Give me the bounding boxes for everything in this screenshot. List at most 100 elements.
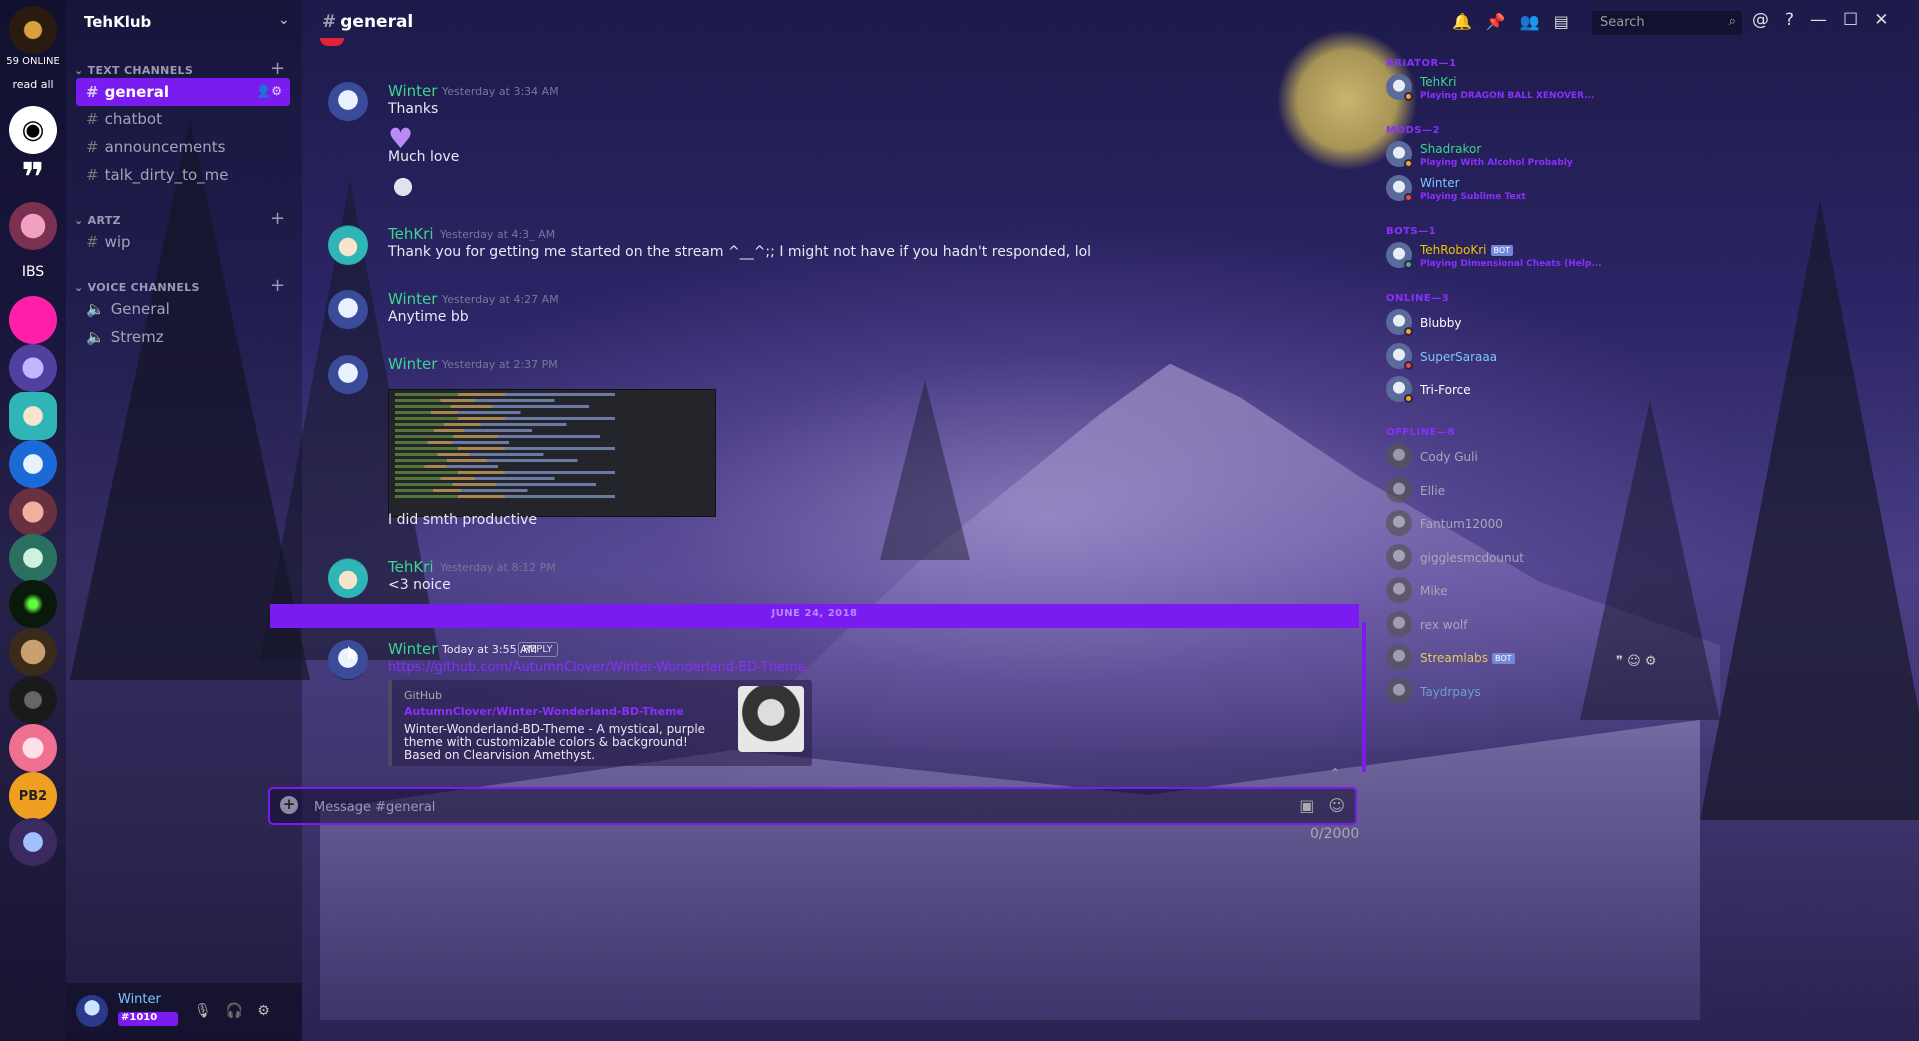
blue-hair-server-icon[interactable]	[9, 440, 57, 488]
channel-chatbot[interactable]: # chatbot	[76, 105, 290, 133]
category-artz[interactable]: ⌄ ARTZ	[74, 214, 121, 227]
member-item[interactable]: Streamlabs BOT	[1386, 644, 1566, 676]
neon-server-icon[interactable]	[9, 580, 57, 628]
last-server-icon[interactable]	[9, 818, 57, 866]
channel-announcements[interactable]: # announcements	[76, 133, 290, 161]
dark-server-icon[interactable]	[9, 676, 57, 724]
gear-icon[interactable]: ⚙	[257, 1003, 284, 1019]
category-text-channels[interactable]: ⌄ TEXT CHANNELS	[74, 64, 193, 77]
member-item[interactable]: SuperSaraaa	[1386, 342, 1566, 375]
embed-thumbnail[interactable]	[738, 686, 804, 752]
member-item[interactable]: Shadrakor Playing With Alcohol Probably	[1386, 141, 1573, 173]
member-item[interactable]: Winter Playing Sublime Text	[1386, 174, 1566, 207]
member-name: TehKri	[1420, 75, 1457, 89]
reply-button[interactable]: REPLY	[518, 642, 558, 657]
chevron-down-icon[interactable]: ⌄	[278, 12, 290, 28]
search-input[interactable]: Search ⌕	[1592, 11, 1742, 35]
badge-server-icon[interactable]	[9, 628, 57, 676]
read-all-button[interactable]: read all	[0, 78, 66, 91]
voice-channel-general[interactable]: 🔈 General	[76, 295, 290, 323]
mention-icon[interactable]: @	[1752, 10, 1769, 30]
message-input[interactable]	[314, 797, 1274, 817]
member-item[interactable]: Fantum12000	[1386, 510, 1566, 542]
add-channel-icon[interactable]: +	[270, 208, 285, 229]
gear-icon[interactable]: ⚙	[1645, 654, 1657, 669]
avatar[interactable]	[1386, 543, 1412, 570]
add-channel-icon[interactable]: +	[270, 58, 285, 79]
gif-icon[interactable]: ▣	[1299, 796, 1314, 815]
avatar[interactable]	[328, 355, 368, 395]
chevron-up-icon[interactable]: ⌃	[1330, 766, 1340, 780]
channel-wip[interactable]: # wip	[76, 228, 290, 256]
avatar[interactable]	[328, 225, 368, 265]
avatar[interactable]	[1386, 677, 1412, 704]
home-server-icon[interactable]	[9, 6, 57, 54]
code-screenshot-image[interactable]	[388, 389, 716, 517]
minimize-icon[interactable]: —	[1810, 10, 1827, 30]
member-item[interactable]: Taydrpays	[1386, 677, 1566, 710]
retro-server-icon[interactable]	[9, 488, 57, 536]
green-art-server-icon[interactable]	[9, 534, 57, 582]
crystal-server-icon[interactable]	[9, 344, 57, 392]
author-name[interactable]: Winter	[388, 640, 437, 658]
member-item[interactable]: TehKri Playing DRAGON BALL XENOVER...	[1386, 74, 1594, 106]
quote-server-icon[interactable]: ❞	[9, 154, 57, 202]
author-name[interactable]: Winter	[388, 82, 437, 100]
avatar[interactable]	[1386, 577, 1412, 603]
bell-icon[interactable]: 🔔	[1452, 12, 1472, 31]
emoji-picker-icon[interactable]: ☺	[1328, 796, 1345, 815]
member-item[interactable]: gigglesmcdounut	[1386, 543, 1566, 576]
page-title: # general	[322, 12, 414, 32]
avatar[interactable]	[76, 995, 108, 1027]
author-name[interactable]: Winter	[388, 290, 437, 308]
member-item[interactable]: rex wolf	[1386, 610, 1566, 643]
channel-talk-dirty-to-me[interactable]: # talk_dirty_to_me	[76, 161, 290, 189]
channel-settings-icon[interactable]: 👤⚙	[256, 84, 282, 98]
emoji-reaction-icon[interactable]: ☺	[1627, 654, 1641, 669]
voice-channel-stremz[interactable]: 🔈 Stremz	[76, 323, 290, 351]
github-link[interactable]: https://github.com/AutumnClover/Winter-W…	[388, 660, 806, 675]
quote-icon[interactable]: ❞	[1616, 654, 1623, 669]
avatar[interactable]	[1386, 443, 1412, 469]
guild-name[interactable]: TehKlub	[84, 13, 151, 31]
author-name[interactable]: TehKri	[388, 558, 434, 576]
magenta-server-icon[interactable]	[9, 296, 57, 344]
category-voice-channels[interactable]: ⌄ VOICE CHANNELS	[74, 281, 200, 294]
author-name[interactable]: Winter	[388, 355, 437, 373]
avatar[interactable]	[1386, 476, 1412, 503]
member-item[interactable]: Ellie	[1386, 476, 1566, 509]
author-name[interactable]: TehKri	[388, 225, 434, 243]
status-dot	[1404, 192, 1413, 202]
eye-server-icon[interactable]: ◉	[9, 106, 57, 154]
close-icon[interactable]: ✕	[1874, 10, 1888, 30]
headphones-icon[interactable]: 🎧	[226, 1003, 257, 1019]
avatar[interactable]	[328, 290, 368, 330]
tehklub-server-icon[interactable]	[9, 392, 57, 440]
avatar[interactable]	[1386, 644, 1412, 670]
member-item[interactable]: Tri-Force	[1386, 376, 1566, 408]
maximize-icon[interactable]: ☐	[1843, 10, 1858, 30]
notes-icon[interactable]: ▤	[1554, 12, 1569, 31]
embed-provider[interactable]: GitHub	[404, 689, 442, 702]
mute-icon[interactable]: 🎙	[194, 1003, 226, 1019]
member-item[interactable]: Mike	[1386, 577, 1566, 609]
pink-server-icon[interactable]	[9, 202, 57, 250]
avatar[interactable]	[1386, 510, 1412, 536]
member-item[interactable]: Cody Guli	[1386, 443, 1566, 475]
avatar[interactable]	[328, 558, 368, 598]
add-channel-icon[interactable]: +	[270, 275, 285, 296]
member-item[interactable]: TehRoboKri BOT Playing Dimensional Cheats …	[1386, 242, 1602, 274]
ibs-server-icon[interactable]: IBS	[9, 248, 57, 296]
pb2-server-icon[interactable]: PB2	[9, 772, 57, 820]
help-icon[interactable]: ?	[1785, 10, 1794, 30]
avatar[interactable]	[1386, 610, 1412, 637]
channel-general[interactable]: # general 👤⚙	[76, 78, 290, 106]
members-icon[interactable]: 👥	[1520, 12, 1540, 31]
upload-plus-icon[interactable]: +	[280, 796, 298, 814]
pin-icon[interactable]: 📌	[1486, 12, 1506, 31]
scrollbar[interactable]	[1362, 622, 1366, 772]
embed-title[interactable]: AutumnClover/Winter-Wonderland-BD-Theme	[404, 705, 684, 718]
avatar[interactable]	[328, 82, 368, 122]
anime-server-icon[interactable]	[9, 724, 57, 772]
member-item[interactable]: Blubby	[1386, 309, 1566, 341]
